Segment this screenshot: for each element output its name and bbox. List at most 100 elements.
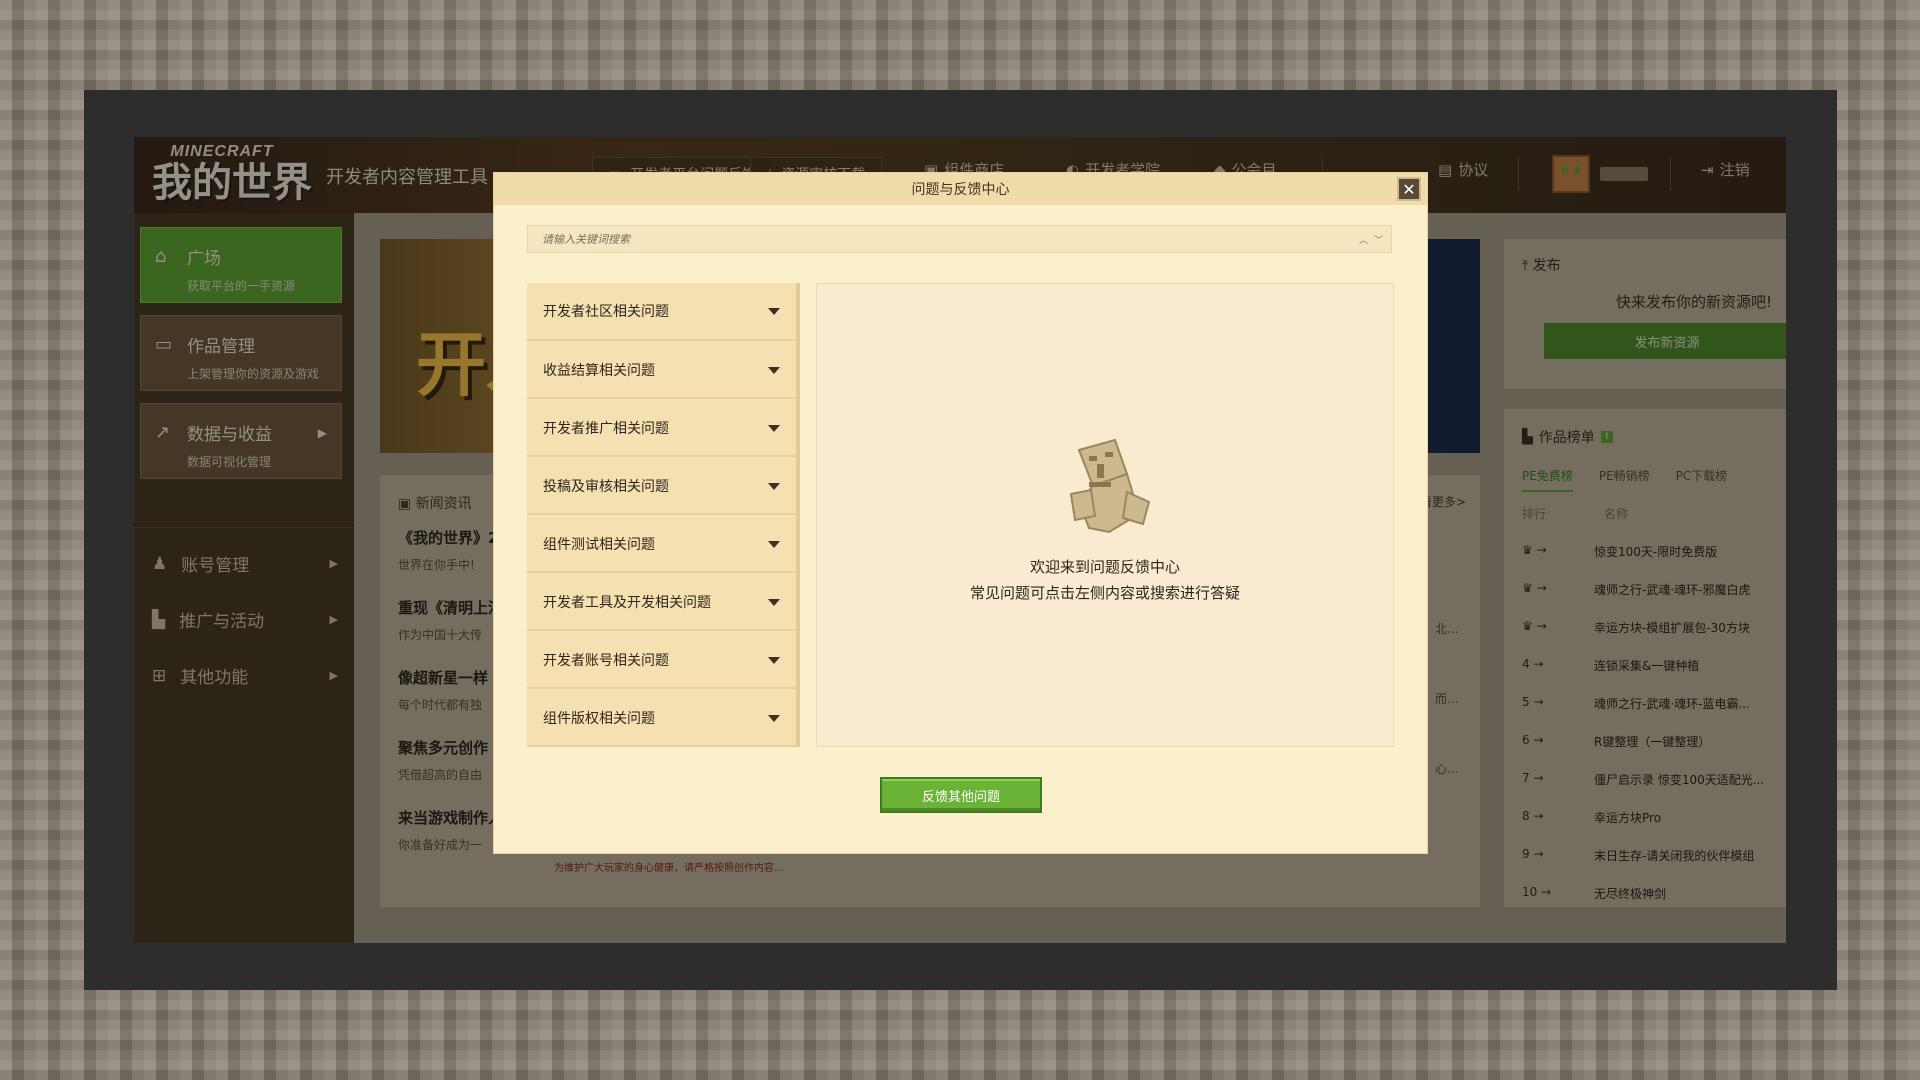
ranking-row[interactable]: ♛ → 魂师之行-武魂·魂环-邪魔白虎 — [1522, 581, 1786, 598]
news-item[interactable]: 像超新星一样 每个时代都有独 — [398, 667, 488, 713]
welcome-line-2: 常见问题可点击左侧内容或搜索进行答疑 — [969, 584, 1240, 602]
upload-icon: ⤒ — [1522, 258, 1529, 274]
caret-down-icon — [768, 307, 780, 315]
ranking-header: 排行 名称 — [1522, 507, 1629, 521]
info-badge: ! — [1600, 431, 1613, 443]
chevron-down-icon[interactable]: ﹀ — [1374, 233, 1383, 246]
faq-item-community[interactable]: 开发者社区相关问题 — [527, 283, 796, 341]
villager-mascot-icon — [1069, 438, 1151, 534]
ranking-row[interactable]: ♛ → 惊变100天-限时免费版 — [1522, 543, 1786, 560]
sidebar-item-other[interactable]: ⊞ 其他功能 ▶ — [152, 663, 338, 689]
modal-title: 问题与反馈中心 — [911, 182, 1010, 198]
sidebar-card-works[interactable]: ▭ 作品管理 上架管理你的资源及游戏 — [140, 315, 342, 391]
close-button[interactable]: ✕ — [1397, 177, 1421, 201]
publish-panel: ⤒ 发布 快来发布你的新资源吧! 发布新资源 — [1504, 239, 1786, 389]
chevron-up-icon[interactable]: ︿ — [1359, 233, 1368, 246]
search-bar: ︿ ﹀ — [527, 225, 1392, 253]
avatar[interactable] — [1552, 155, 1590, 193]
faq-label: 组件测试相关问题 — [543, 537, 655, 553]
news-title: ▣ 新闻资讯 — [398, 496, 472, 512]
chart-icon: ↗ — [155, 422, 171, 443]
caret-down-icon — [768, 482, 780, 490]
faq-item-testing[interactable]: 组件测试相关问题 — [527, 517, 796, 573]
ranking-row[interactable]: 8 → 幸运方块Pro — [1522, 809, 1786, 826]
caret-down-icon — [768, 714, 780, 722]
megaphone-icon: ▙ — [152, 609, 166, 630]
chevron-right-icon: ▶ — [329, 669, 338, 682]
sidebar-card-data[interactable]: ↗ 数据与收益 数据可视化管理 ▶ — [140, 403, 342, 479]
crown-icon: ♛ → — [1522, 543, 1547, 557]
tab-pe-free[interactable]: PE免费榜 — [1522, 467, 1573, 492]
sidebar: ⌂ 广场 获取平台的一手资源 ▭ 作品管理 上架管理你的资源及游戏 ↗ 数据与收… — [134, 213, 354, 943]
caret-down-icon — [768, 656, 780, 664]
search-arrows[interactable]: ︿ ﹀ — [1351, 233, 1391, 246]
ranking-row[interactable]: 7 → 僵尸启示录 惊变100天适配光... — [1522, 771, 1786, 788]
app-title: 开发者内容管理工具 — [326, 167, 488, 188]
nav-logout[interactable]: ⇥ 注销 — [1701, 159, 1750, 180]
chevron-right-icon: ▶ — [317, 426, 327, 440]
feedback-other-button[interactable]: 反馈其他问题 — [880, 777, 1042, 813]
divider — [134, 527, 354, 528]
news-snippet: 而... — [1435, 692, 1459, 706]
ranking-row[interactable]: ♛ → 幸运方块-模组扩展包-30方块 — [1522, 619, 1786, 636]
ranking-tabs: PE免费榜 PE畅销榜 PC下载榜 — [1522, 467, 1727, 492]
news-snippet: 北... — [1435, 622, 1459, 636]
faq-category-list: 开发者社区相关问题 收益结算相关问题 开发者推广相关问题 投稿及审核相关问题 组… — [527, 283, 800, 747]
content-pane: 欢迎来到问题反馈中心 常见问题可点击左侧内容或搜索进行答疑 — [816, 283, 1394, 747]
chevron-right-icon: ▶ — [329, 613, 338, 626]
sidebar-item-account[interactable]: ♟ 账号管理 ▶ — [152, 551, 338, 577]
faq-item-promotion[interactable]: 开发者推广相关问题 — [527, 401, 796, 457]
welcome-line-1: 欢迎来到问题反馈中心 — [1029, 558, 1180, 576]
ranking-row[interactable]: 5 → 魂师之行-武魂·魂环-蓝电霸... — [1522, 695, 1786, 712]
publish-title: ⤒ 发布 — [1522, 258, 1561, 274]
footer-notice: 为维护广大玩家的身心健康，请严格按照创作内容... — [554, 863, 784, 874]
faq-item-submission[interactable]: 投稿及审核相关问题 — [527, 459, 796, 515]
logo: MINECRAFT 我的世界 — [152, 143, 312, 207]
faq-label: 开发者账号相关问题 — [543, 653, 669, 669]
tab-pe-best[interactable]: PE畅销榜 — [1599, 467, 1650, 492]
news-item[interactable]: 聚焦多元创作 凭借超高的自由 — [398, 737, 488, 783]
faq-label: 开发者社区相关问题 — [543, 304, 669, 320]
nav-agreement[interactable]: ▤ 协议 — [1438, 159, 1488, 180]
divider — [1670, 157, 1671, 191]
faq-item-copyright[interactable]: 组件版权相关问题 — [527, 691, 796, 747]
sidebar-card-sub: 上架管理你的资源及游戏 — [187, 367, 320, 381]
caret-down-icon — [768, 424, 780, 432]
news-item[interactable]: 《我的世界》2 世界在你手中! — [398, 527, 498, 573]
news-item[interactable]: 重现《清明上河 作为中国十大传 — [398, 597, 503, 643]
faq-item-tools[interactable]: 开发者工具及开发相关问题 — [527, 575, 796, 631]
faq-item-revenue[interactable]: 收益结算相关问题 — [527, 343, 796, 399]
crown-icon: ♛ → — [1522, 619, 1547, 633]
search-input[interactable] — [528, 232, 1351, 246]
home-icon: ⌂ — [155, 246, 167, 267]
ranking-panel: ▙ 作品榜单! PE免费榜 PE畅销榜 PC下载榜 排行 名称 ♛ → 惊变100天-… — [1504, 409, 1786, 907]
ranking-row[interactable]: 4 → 连锁采集&一键种植 — [1522, 657, 1786, 674]
faq-label: 开发者工具及开发相关问题 — [543, 595, 711, 611]
faq-label: 组件版权相关问题 — [543, 711, 655, 727]
news-snippet: 心... — [1435, 762, 1459, 776]
close-icon: ✕ — [1402, 179, 1416, 199]
publish-button[interactable]: 发布新资源 — [1544, 323, 1786, 359]
sidebar-card-title: 广场 — [187, 249, 221, 269]
chevron-right-icon: ▶ — [329, 557, 338, 570]
faq-label: 投稿及审核相关问题 — [543, 479, 669, 495]
tab-pc-download[interactable]: PC下载榜 — [1676, 467, 1728, 492]
sidebar-card-plaza[interactable]: ⌂ 广场 获取平台的一手资源 — [140, 227, 342, 303]
divider — [1518, 157, 1519, 191]
sidebar-card-title: 作品管理 — [187, 337, 255, 357]
agreement-icon: ▤ — [1438, 160, 1453, 179]
ranking-row[interactable]: 6 → R键整理（一键整理） — [1522, 733, 1786, 750]
logout-icon: ⇥ — [1701, 160, 1714, 179]
faq-label: 收益结算相关问题 — [543, 363, 655, 379]
sidebar-card-sub: 获取平台的一手资源 — [187, 279, 296, 293]
faq-label: 开发者推广相关问题 — [543, 421, 669, 437]
logo-text-cn: 我的世界 — [152, 159, 312, 206]
caret-down-icon — [768, 598, 780, 606]
modal-titlebar: 问题与反馈中心 — [494, 173, 1427, 205]
ranking-row[interactable]: 10 → 无尽终极神剑 — [1522, 885, 1786, 902]
faq-item-account[interactable]: 开发者账号相关问题 — [527, 633, 796, 689]
crown-icon: ♛ → — [1522, 581, 1547, 595]
feedback-modal: 问题与反馈中心 ✕ ︿ ﹀ 开发者社区相关问题 收益结算相关问题 开发者推广相关… — [493, 172, 1428, 854]
sidebar-item-promo[interactable]: ▙ 推广与活动 ▶ — [152, 607, 338, 633]
user-icon: ♟ — [152, 553, 168, 574]
